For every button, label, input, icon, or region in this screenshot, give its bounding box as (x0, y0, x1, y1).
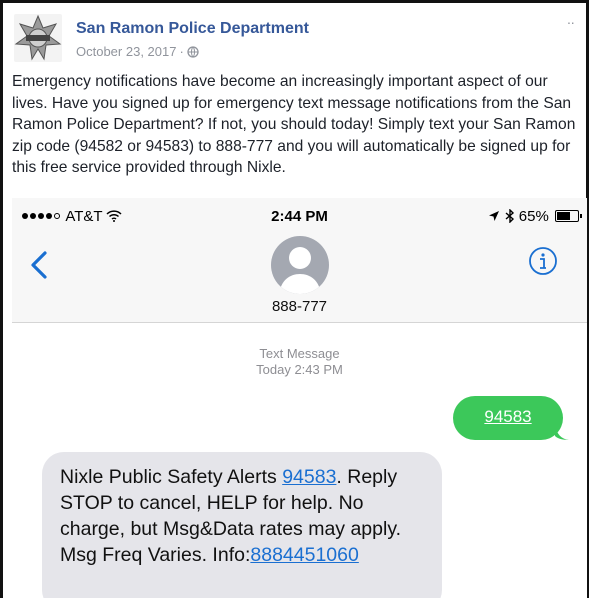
received-message-text: Nixle Public Safety Alerts 94583. Reply … (60, 464, 432, 568)
ios-status-bar: AT&T 2:44 PM 65% (12, 198, 587, 236)
received-text-part1: Nixle Public Safety Alerts (60, 466, 283, 488)
thread-timestamp: Text Message Today 2:43 PM (12, 346, 587, 378)
page-name-link[interactable]: San Ramon Police Department (76, 20, 309, 38)
bubble-tail-right (555, 426, 569, 440)
screenshot-border-top (0, 0, 589, 3)
police-badge-icon (14, 14, 62, 61)
post-meta: October 23, 2017 · (76, 44, 199, 59)
phone-number-link[interactable]: 8884451060 (250, 544, 358, 566)
more-options-icon[interactable]: ·· (567, 14, 575, 30)
globe-icon (187, 46, 199, 58)
chevron-left-icon[interactable] (28, 250, 50, 280)
battery-fill (557, 212, 570, 220)
info-icon[interactable] (528, 246, 558, 276)
post-date[interactable]: October 23, 2017 (76, 44, 176, 59)
meta-separator: · (179, 44, 184, 59)
thread-time: Today 2:43 PM (256, 362, 343, 377)
contact-avatar[interactable] (271, 236, 329, 294)
sent-message-bubble[interactable]: 94583 (453, 396, 569, 440)
person-silhouette-icon (279, 247, 321, 294)
battery-icon (555, 210, 582, 222)
battery-percent: 65% (518, 208, 549, 225)
thread-label: Text Message (259, 346, 340, 361)
sent-message-text[interactable]: 94583 (453, 407, 563, 427)
contact-number[interactable]: 888-777 (12, 298, 587, 315)
post-body-text: Emergency notifications have become an i… (12, 73, 576, 176)
embedded-phone-screenshot: AT&T 2:44 PM 65% 888-777 Text Message To… (12, 198, 587, 598)
battery-nub (580, 214, 582, 218)
status-right: 65% (488, 208, 582, 225)
received-message-bubble: Nixle Public Safety Alerts 94583. Reply … (42, 452, 442, 598)
zip-code-link[interactable]: 94583 (282, 466, 336, 488)
location-arrow-icon (489, 211, 500, 221)
post-header: San Ramon Police Department October 23, … (14, 14, 575, 64)
screenshot-border-left (0, 0, 3, 598)
bluetooth-icon (505, 208, 514, 224)
police-badge-avatar[interactable] (14, 14, 62, 62)
messages-header: 888-777 (12, 236, 587, 323)
